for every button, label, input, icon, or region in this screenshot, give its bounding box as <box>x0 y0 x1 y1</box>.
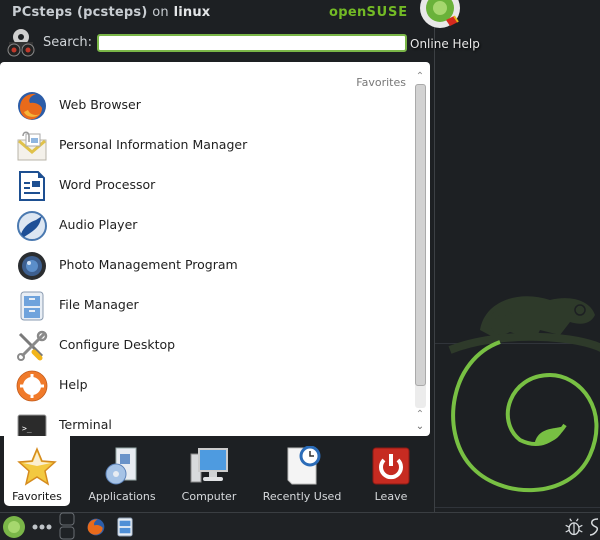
firefox-icon <box>18 92 46 120</box>
brand-suse: SUSE <box>366 5 408 20</box>
libreoffice-writer-icon <box>19 171 45 201</box>
list-item-audio-player[interactable]: Audio Player <box>0 206 410 246</box>
application-launcher-icon[interactable] <box>2 515 26 539</box>
launcher-tabs: Favorites Applications Computer Recently… <box>0 436 434 508</box>
scrollbar-thumb[interactable] <box>415 84 426 386</box>
scroll-down-button-icon[interactable]: ⌄ <box>415 422 425 432</box>
digikam-icon <box>18 252 46 280</box>
list-item-photo-management-program[interactable]: Photo Management Program <box>0 246 410 286</box>
tab-label: Favorites <box>12 490 62 503</box>
launcher-header: PCsteps (pcsteps) on linux openSUSE Sear… <box>0 0 430 62</box>
scroll-up-arrow-icon[interactable]: ⌃ <box>415 72 425 82</box>
system-tray-icon[interactable] <box>588 515 600 539</box>
item-label: Configure Desktop <box>59 337 176 352</box>
user-info: PCsteps (pcsteps) on linux <box>12 5 210 20</box>
favorites-star-icon <box>17 447 57 486</box>
list-item-word-processor[interactable]: Word Processor <box>0 166 410 206</box>
item-label: Photo Management Program <box>59 257 238 272</box>
list-item-configure-desktop[interactable]: Configure Desktop <box>0 326 410 366</box>
opensuse-geeko-wallpaper-icon <box>448 296 600 493</box>
item-label: Help <box>59 377 88 392</box>
list-item-help[interactable]: Help <box>0 366 410 406</box>
taskbar-firefox-icon[interactable] <box>86 515 106 539</box>
recently-used-clock-icon <box>287 446 321 485</box>
amarok-icon <box>17 211 47 241</box>
help-lifebuoy-icon <box>16 370 48 402</box>
item-label: Personal Information Manager <box>59 137 248 152</box>
brand-open: open <box>329 5 367 20</box>
search-label: Search: <box>43 35 93 50</box>
item-label: File Manager <box>59 297 139 312</box>
tab-label: Applications <box>88 490 156 503</box>
tab-label: Leave <box>374 490 408 503</box>
list-item-web-browser[interactable]: Web Browser <box>0 86 410 126</box>
favorites-panel: Favorites Web Browser Personal Informati… <box>0 62 430 440</box>
tab-label: Computer <box>181 490 237 503</box>
applications-icon <box>105 447 137 485</box>
tab-recently-used[interactable]: Recently Used <box>256 436 348 506</box>
desktop-divider <box>434 0 435 512</box>
list-item-file-manager[interactable]: File Manager <box>0 286 410 326</box>
opensuse-logo: openSUSE <box>329 5 408 20</box>
item-label: Word Processor <box>59 177 156 192</box>
search-input[interactable] <box>97 34 407 52</box>
tab-leave[interactable]: Leave <box>360 436 422 506</box>
scroll-up-button-icon[interactable]: ⌃ <box>415 410 425 420</box>
item-label: Terminal <box>59 417 112 432</box>
file-manager-icon <box>20 291 44 321</box>
tab-favorites[interactable]: Favorites <box>4 436 70 506</box>
favorites-list: Web Browser Personal Information Manager <box>0 86 410 446</box>
item-label: Audio Player <box>59 217 138 232</box>
computer-icon <box>190 448 228 483</box>
favorites-scrollbar[interactable]: ⌃ ⌃ ⌄ <box>413 72 427 434</box>
leave-power-icon <box>372 447 410 485</box>
tab-label: Recently Used <box>262 490 342 503</box>
virtual-desktop-pager[interactable] <box>58 512 76 540</box>
taskbar-file-manager-icon[interactable] <box>116 515 134 539</box>
search-binoculars-icon <box>7 29 35 57</box>
host-name: linux <box>173 5 211 20</box>
svg-text:>_: >_ <box>22 424 32 433</box>
more-dots-icon[interactable] <box>30 515 54 539</box>
list-item-personal-information-manager[interactable]: Personal Information Manager <box>0 126 410 166</box>
on-word: on <box>152 5 169 20</box>
kontact-icon <box>17 131 47 161</box>
bug-report-icon[interactable] <box>564 515 584 539</box>
tab-applications[interactable]: Applications <box>84 436 160 506</box>
tab-computer[interactable]: Computer <box>176 436 242 506</box>
taskbar <box>0 512 600 540</box>
item-label: Web Browser <box>59 97 141 112</box>
user-name: PCsteps (pcsteps) <box>12 5 148 20</box>
configure-tools-icon <box>17 330 48 361</box>
